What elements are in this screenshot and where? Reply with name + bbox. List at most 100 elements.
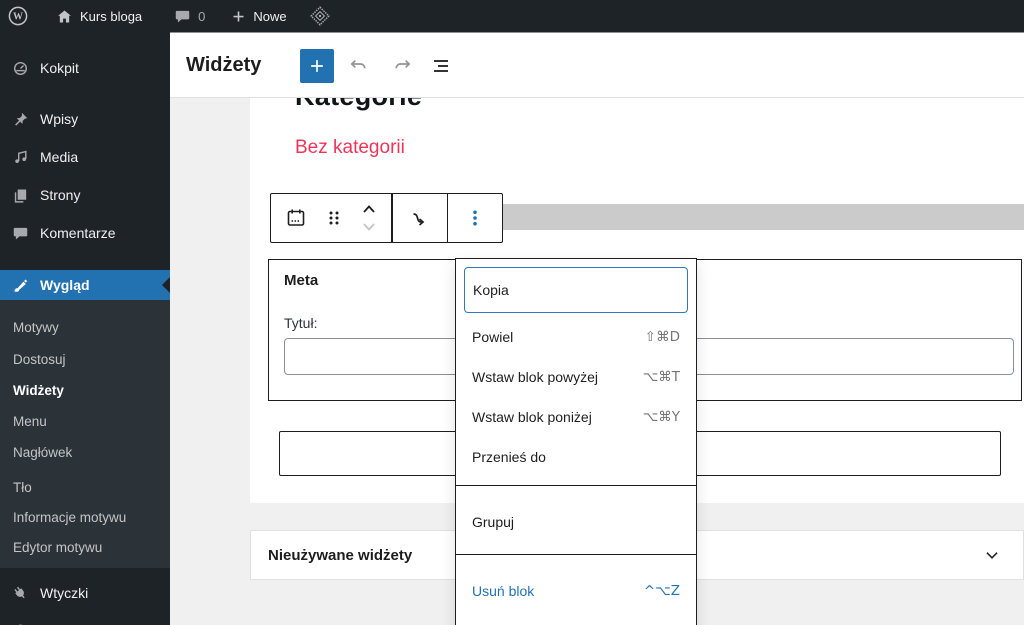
block-options-button[interactable]	[448, 194, 502, 242]
title-field-label: Tytuł:	[284, 315, 318, 331]
block-placeholder-strip	[503, 204, 1024, 230]
plus-icon	[307, 56, 327, 76]
menu-item-shortcut: ^⌥Z	[643, 583, 680, 599]
menu-divider	[456, 485, 696, 486]
wordpress-logo-icon: W	[8, 6, 28, 26]
menu-item-label: Usuń blok	[472, 583, 535, 599]
comment-bubble-icon	[174, 8, 191, 25]
menu-item-wstaw-blok-powyzej[interactable]: Wstaw blok powyżej ⌥⌘T	[464, 357, 688, 397]
block-toolbar	[270, 193, 503, 243]
comments-icon	[10, 225, 30, 242]
chevron-up-icon	[357, 199, 381, 217]
menu-item-label: Powiel	[472, 329, 514, 345]
drag-handle-icon	[325, 206, 343, 230]
block-inserter-button[interactable]	[300, 49, 334, 83]
submenu-item-informacje-motywu[interactable]: Informacje motywu	[0, 508, 170, 528]
submenu-item-tlo[interactable]: Tło	[0, 478, 170, 498]
menu-item-przenies-do[interactable]: Przenieś do	[464, 437, 688, 477]
submenu-item-menu[interactable]: Menu	[0, 412, 170, 432]
new-label: Nowe	[253, 8, 287, 24]
ellipsis-vertical-icon	[463, 206, 487, 230]
menu-item-label: Grupuj	[472, 514, 515, 530]
sidebar-item-kokpit[interactable]: Kokpit	[0, 54, 170, 82]
menu-item-label: Przenieś do	[472, 449, 546, 465]
active-menu-arrow	[154, 277, 170, 293]
move-to-arrow-icon	[408, 206, 432, 230]
meta-widget-title: Meta	[284, 272, 319, 289]
category-link[interactable]: Bez kategorii	[295, 137, 405, 159]
widgets-editor-header: Widżety	[170, 32, 1024, 98]
admin-bar: W Kurs bloga 0 Nowe	[0, 0, 1024, 32]
menu-item-shortcut: ⌥⌘T	[642, 369, 680, 385]
menu-item-shortcut: ⇧⌘D	[644, 329, 680, 345]
chevron-down-icon[interactable]	[981, 544, 1003, 566]
block-movers	[353, 198, 385, 238]
media-icon	[10, 149, 30, 166]
sidebar-label: Wygląd	[40, 277, 90, 293]
move-down-button[interactable]	[353, 218, 385, 238]
submenu-item-edytor-motywu[interactable]: Edytor motywu	[0, 538, 170, 558]
menu-item-grupuj[interactable]: Grupuj	[464, 502, 688, 542]
plugin-diamond-icon	[309, 5, 331, 27]
site-name-label: Kurs bloga	[80, 8, 143, 24]
chevron-down-icon	[357, 219, 381, 237]
users-icon	[10, 622, 30, 625]
block-options-menu: Kopia Powiel ⇧⌘D Wstaw blok powyżej ⌥⌘T …	[455, 258, 697, 625]
home-icon	[56, 8, 73, 25]
block-type-button[interactable]	[277, 194, 315, 242]
menu-item-usun-blok[interactable]: Usuń blok ^⌥Z	[464, 571, 688, 611]
pushpin-icon	[10, 111, 30, 128]
redo-button[interactable]	[390, 53, 416, 79]
widget-area-heading: Kategorie	[295, 98, 422, 112]
comments-menu[interactable]: 0	[164, 0, 215, 32]
plugins-icon	[10, 585, 30, 602]
sidebar-item-komentarze[interactable]: Komentarze	[0, 219, 170, 247]
menu-divider	[456, 554, 696, 555]
appearance-submenu: Motywy Dostosuj Widżety Menu Nagłówek Tł…	[0, 300, 170, 568]
undo-button[interactable]	[345, 53, 371, 79]
sidebar-item-strony[interactable]: Strony	[0, 181, 170, 209]
sidebar-label: Strony	[40, 187, 81, 203]
drag-handle[interactable]	[321, 194, 347, 242]
pages-icon	[10, 187, 30, 204]
admin-sidebar: Kokpit Wpisy Media Strony Komentarze Wyg…	[0, 32, 170, 625]
appearance-brush-icon	[10, 277, 30, 294]
menu-item-kopia[interactable]: Kopia	[464, 267, 688, 313]
page-title: Widżety	[186, 54, 262, 76]
wp-logo-menu[interactable]: W	[0, 0, 38, 32]
redo-icon	[391, 54, 415, 78]
calendar-icon	[284, 206, 308, 230]
sidebar-label: Komentarze	[40, 225, 116, 241]
sidebar-item-wyglad[interactable]: Wygląd	[0, 270, 170, 300]
submenu-item-motywy[interactable]: Motywy	[0, 318, 170, 338]
submenu-item-widzety[interactable]: Widżety	[0, 381, 170, 401]
new-content-menu[interactable]: Nowe	[221, 0, 296, 32]
unused-widgets-label: Nieużywane widżety	[268, 546, 413, 564]
sidebar-label: Wpisy	[40, 111, 79, 127]
undo-icon	[346, 54, 370, 78]
menu-item-shortcut: ⌥⌘Y	[642, 409, 680, 425]
submenu-item-dostosuj[interactable]: Dostosuj	[0, 350, 170, 370]
list-view-button[interactable]	[428, 53, 454, 79]
site-name-menu[interactable]: Kurs bloga	[46, 0, 152, 32]
move-to-button[interactable]	[393, 194, 447, 242]
dashboard-icon	[10, 60, 30, 77]
sidebar-label: Kokpit	[40, 60, 79, 76]
menu-item-label: Wstaw blok poniżej	[472, 409, 592, 425]
menu-item-label: Kopia	[473, 282, 509, 298]
plugin-shortcut-menu[interactable]	[299, 0, 341, 32]
menu-item-label: Wstaw blok powyżej	[472, 369, 599, 385]
svg-text:W: W	[13, 12, 23, 23]
menu-item-wstaw-blok-ponizej[interactable]: Wstaw blok poniżej ⌥⌘Y	[464, 397, 688, 437]
sidebar-label: Wtyczki	[40, 585, 89, 601]
submenu-item-naglowek[interactable]: Nagłówek	[0, 443, 170, 463]
plus-icon	[231, 9, 246, 24]
list-view-icon	[429, 54, 453, 78]
comments-count: 0	[198, 8, 206, 24]
sidebar-item-wpisy[interactable]: Wpisy	[0, 105, 170, 133]
sidebar-item-media[interactable]: Media	[0, 143, 170, 171]
move-up-button[interactable]	[353, 198, 385, 218]
sidebar-item-wtyczki[interactable]: Wtyczki	[0, 579, 170, 607]
sidebar-item-partial[interactable]	[0, 616, 170, 625]
menu-item-powiel[interactable]: Powiel ⇧⌘D	[464, 317, 688, 357]
